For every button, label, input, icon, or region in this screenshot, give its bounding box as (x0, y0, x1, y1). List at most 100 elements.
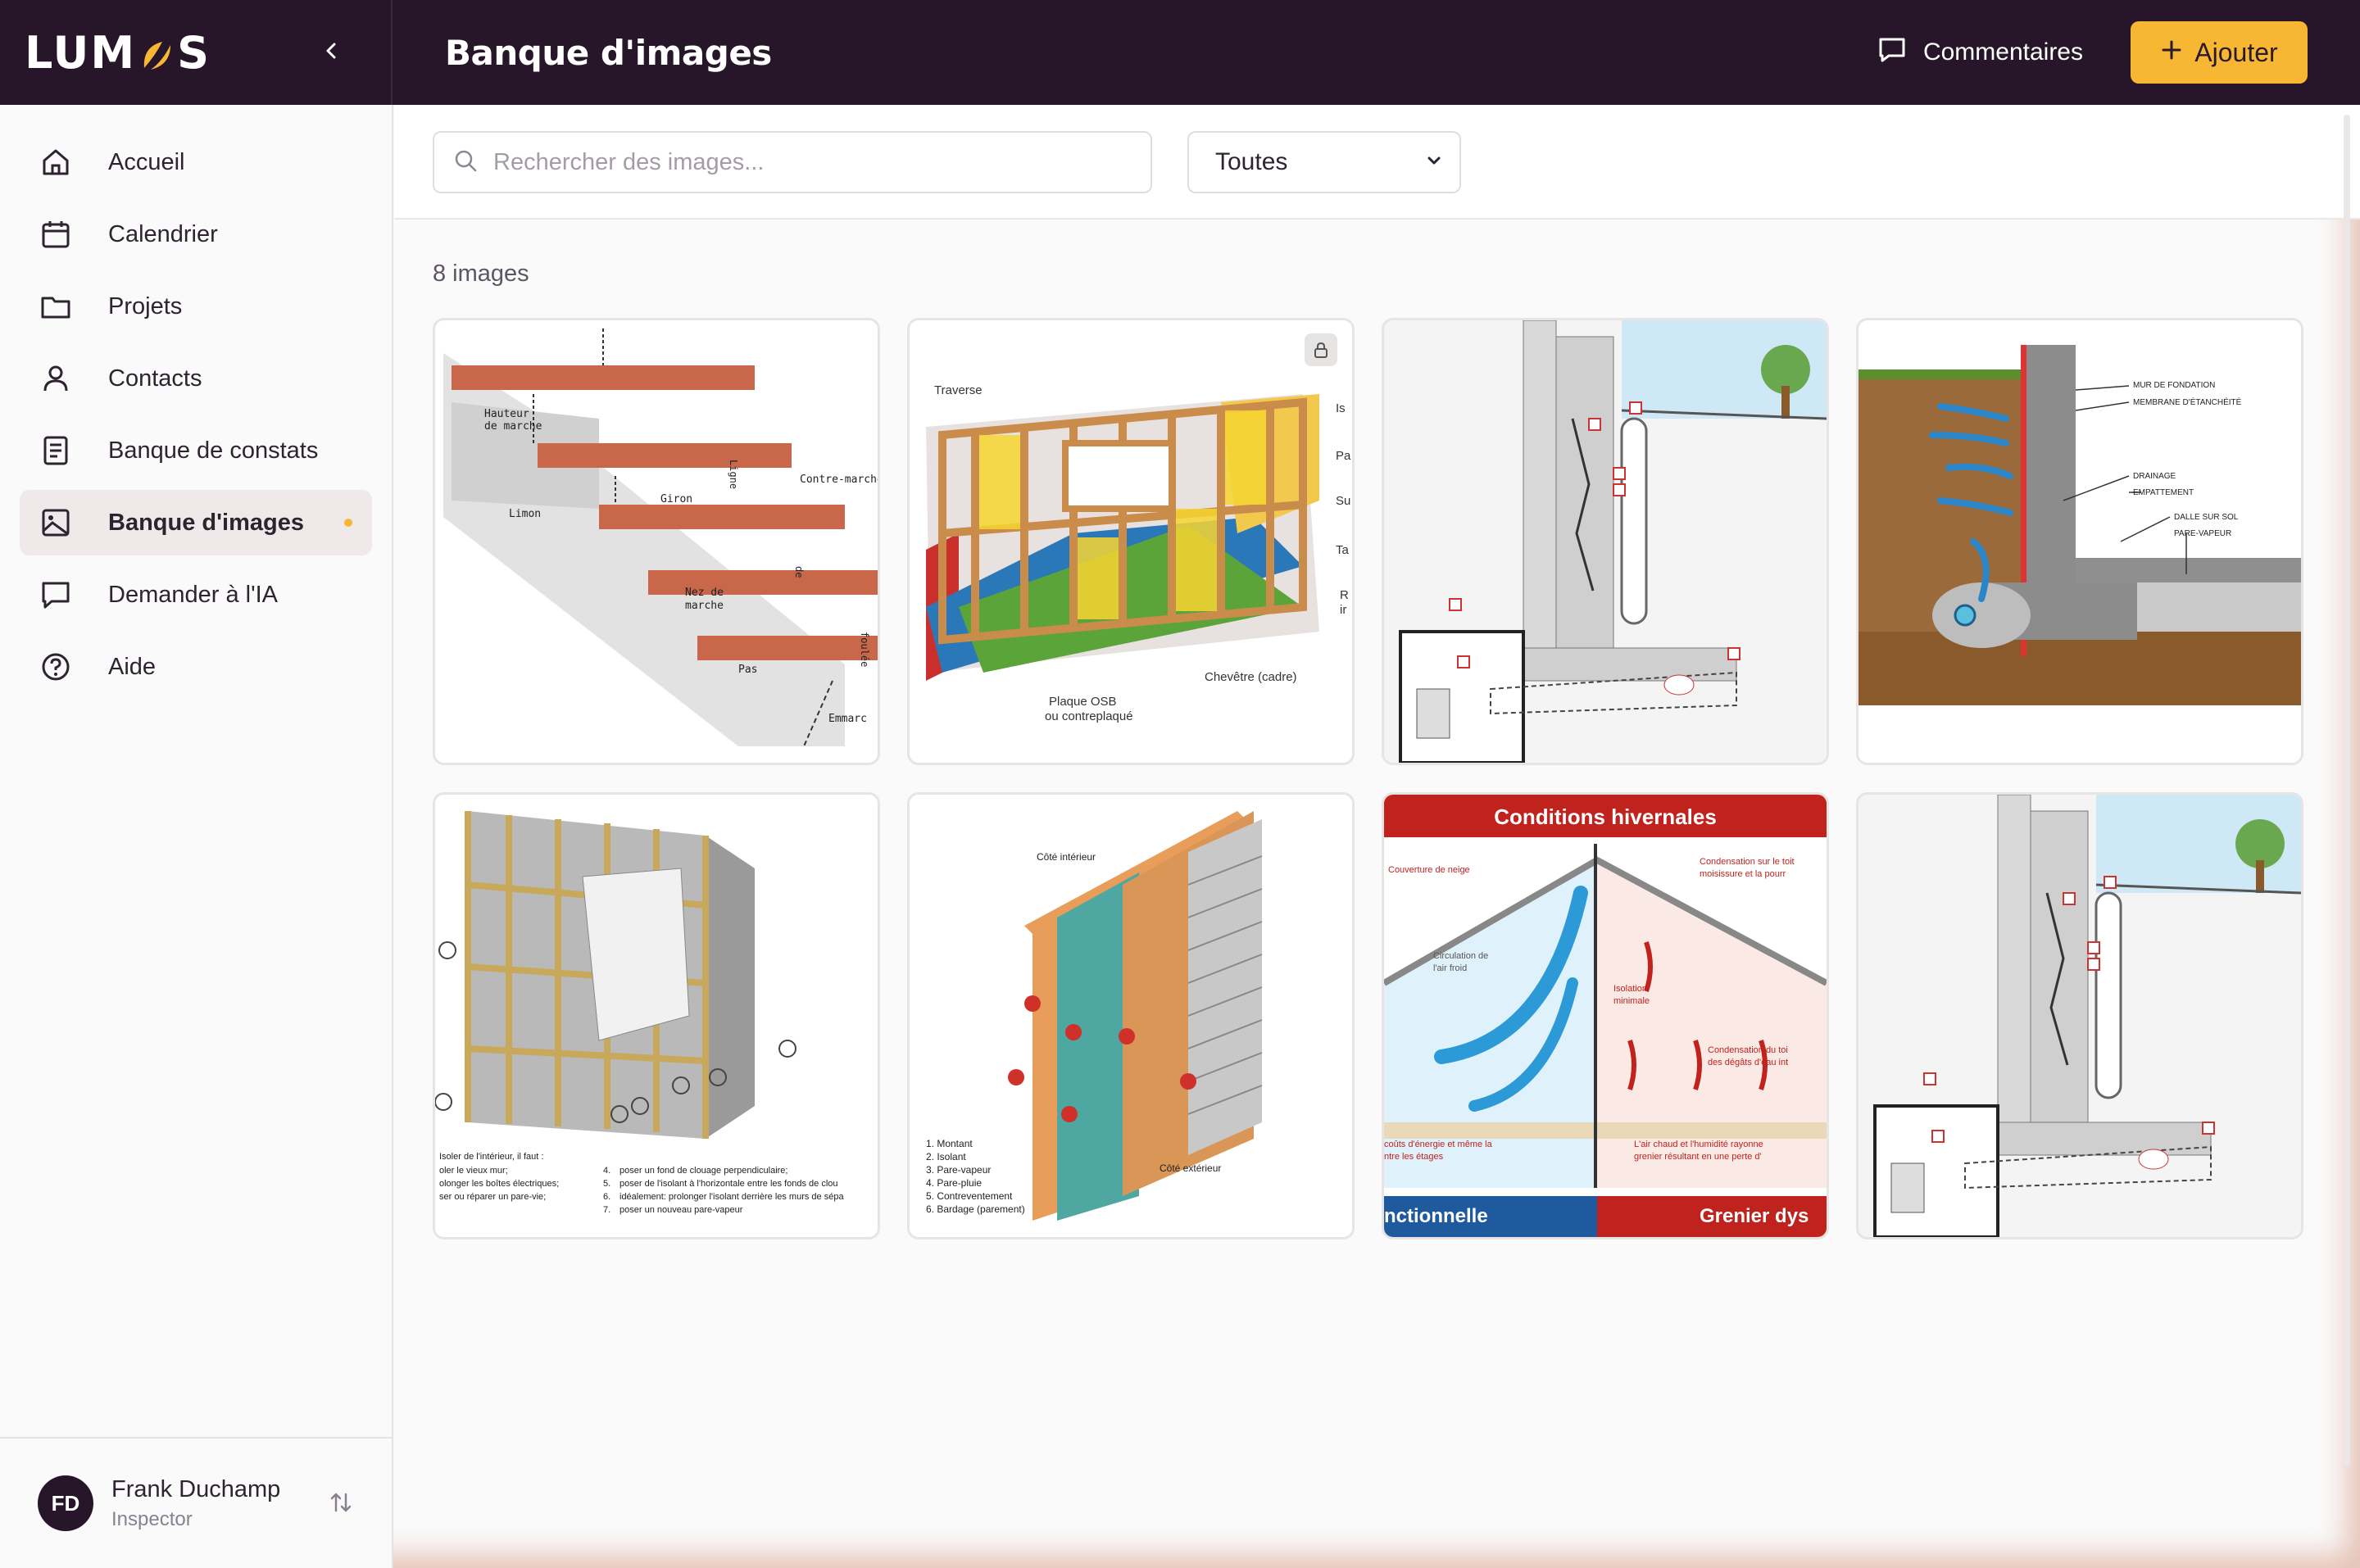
image-card-foundation-drainage-diagram[interactable] (1382, 318, 1829, 765)
image-card-stair-diagram[interactable]: Hauteur de marche Limon Giron Contre-mar… (433, 318, 880, 765)
locked-badge (1305, 333, 1337, 366)
layers-label: 4. Pare-pluie (926, 1177, 982, 1189)
image-card-wall-insulation-diagram[interactable]: Isoler de l'intérieur, il faut : oler le… (433, 792, 880, 1239)
image-card-exterior-wall-layers-diagram[interactable]: Côté intérieur Côté extérieur 1. Montant… (907, 792, 1355, 1239)
attic-label: grenier résultant en une perte d' (1634, 1152, 1762, 1162)
layers-label: 2. Isolant (926, 1151, 966, 1162)
attic-label: minimale (1613, 996, 1650, 1006)
attic-label: Circulation de (1433, 951, 1488, 961)
framing-label: R (1340, 588, 1349, 602)
framing-label: Is (1336, 401, 1346, 415)
insulation-label: ser ou réparer un pare-vie; (439, 1192, 546, 1202)
sidebar-item-label: Aide (108, 653, 157, 680)
image-card-foundation-waterproofing-diagram[interactable]: MUR DE FONDATION MEMBRANE D'ÉTANCHÉITÉ D… (1856, 318, 2303, 765)
wall-framing-diagram-image: Traverse Plaque OSB ou contreplaqué Chev… (910, 320, 1352, 763)
attic-label: moisissure et la pourr (1700, 869, 1786, 879)
sidebar-item-calendrier[interactable]: Calendrier (20, 202, 372, 267)
user-icon (38, 360, 74, 397)
layers-label: Côté extérieur (1160, 1162, 1221, 1174)
sidebar-item-banque-d-images[interactable]: Banque d'images (20, 490, 372, 555)
comments-label: Commentaires (1922, 39, 2083, 66)
sidebar: Accueil Calendrier Projets Contacts Banq… (0, 105, 393, 1568)
sidebar-item-accueil[interactable]: Accueil (20, 129, 372, 195)
category-selected-value: Toutes (1215, 148, 1288, 175)
add-label: Ajouter (2194, 37, 2278, 67)
search-input[interactable] (493, 148, 1116, 176)
logo-text-left: LUM (25, 26, 137, 79)
framing-label: Traverse (934, 383, 983, 397)
attic-label: des dégâts d'eau int (1708, 1058, 1788, 1067)
stair-label: marche (685, 600, 724, 612)
page-title: Banque d'images (445, 32, 772, 73)
comments-button[interactable]: Commentaires (1876, 33, 2083, 72)
attic-title: Conditions hivernales (1494, 804, 1717, 829)
collapse-sidebar-button[interactable] (315, 36, 348, 69)
attic-label: Couverture de neige (1388, 865, 1470, 875)
attic-label: Condensation sur le toit (1700, 857, 1795, 867)
waterproofing-label: DALLE SUR SOL (2174, 513, 2239, 522)
waterproofing-label: MUR DE FONDATION (2133, 381, 2215, 390)
layers-label: 5. Contreventement (926, 1190, 1013, 1202)
top-bar: LUM S Banque d'images Commentaires Ajout… (0, 0, 2360, 105)
add-button[interactable]: Ajouter (2131, 21, 2308, 84)
sidebar-item-label: Banque d'images (108, 509, 304, 536)
chat-icon (38, 577, 74, 613)
page-scrollbar[interactable] (2344, 115, 2350, 1466)
framing-label: Ta (1336, 543, 1350, 557)
image-card-wall-framing-diagram[interactable]: Traverse Plaque OSB ou contreplaqué Chev… (907, 318, 1355, 765)
insulation-label: oler le vieux mur; (439, 1166, 508, 1176)
user-role: Inspector (111, 1507, 193, 1530)
waterproofing-label: DRAINAGE (2133, 472, 2176, 481)
stair-label: Pas (738, 664, 757, 676)
insulation-label: poser un fond de clouage perpendiculaire… (620, 1166, 787, 1176)
insulation-label: poser un nouveau pare-vapeur (620, 1205, 743, 1215)
search-box (433, 131, 1152, 193)
switch-account-icon[interactable] (328, 1489, 354, 1520)
user-info: Frank Duchamp Inspector (111, 1476, 280, 1531)
sidebar-item-aide[interactable]: Aide (20, 634, 372, 700)
stair-label: Emmarc (828, 713, 867, 725)
layers-label: 3. Pare-vapeur (926, 1164, 991, 1176)
sidebar-item-label: Calendrier (108, 220, 218, 247)
attic-label: l'air froid (1433, 963, 1467, 973)
waterproofing-label: MEMBRANE D'ÉTANCHÉITÉ (2133, 397, 2242, 407)
insulation-label: 4. (603, 1166, 610, 1176)
folder-icon (38, 288, 74, 324)
stair-label: de (793, 566, 805, 578)
document-icon (38, 433, 74, 469)
sidebar-item-label: Contacts (108, 365, 202, 392)
help-icon (38, 649, 74, 685)
attic-label: ntre les étages (1384, 1152, 1444, 1162)
stair-diagram-image: Hauteur de marche Limon Giron Contre-mar… (435, 320, 878, 763)
insulation-label: 6. (603, 1192, 610, 1202)
sidebar-item-projets[interactable]: Projets (20, 274, 372, 339)
category-select[interactable]: Toutes (1187, 131, 1461, 193)
exterior-wall-layers-diagram-image: Côté intérieur Côté extérieur 1. Montant… (910, 795, 1352, 1237)
framing-label: ir (1340, 603, 1346, 617)
framing-label: Su (1336, 494, 1350, 508)
sidebar-item-banque-de-constats[interactable]: Banque de constats (20, 418, 372, 483)
user-profile[interactable]: FD Frank Duchamp Inspector (0, 1437, 392, 1568)
wall-insulation-diagram-image: Isoler de l'intérieur, il faut : oler le… (435, 795, 878, 1237)
home-icon (38, 144, 74, 180)
image-card-foundation-drainage-diagram[interactable] (1856, 792, 2303, 1239)
insulation-label: Isoler de l'intérieur, il faut : (439, 1152, 543, 1162)
layers-label: 1. Montant (926, 1138, 973, 1149)
stair-label: de marche (484, 420, 542, 433)
sidebar-item-contacts[interactable]: Contacts (20, 346, 372, 411)
winter-attic-conditions-diagram-image: Conditions hivernales nctionnelle Grenie… (1384, 795, 1827, 1237)
sidebar-item-demander-a-l-ia[interactable]: Demander à l'IA (20, 562, 372, 628)
active-indicator-dot (344, 519, 352, 527)
logo-mark-icon (138, 34, 175, 71)
top-actions: Commentaires Ajouter (1876, 21, 2360, 84)
brand-area: LUM S (0, 0, 393, 105)
sidebar-item-label: Banque de constats (108, 437, 319, 464)
foundation-drainage-diagram-image (1858, 795, 2301, 1237)
stair-label: Limon (509, 508, 541, 520)
logo[interactable]: LUM S (25, 27, 211, 79)
insulation-label: 5. (603, 1179, 610, 1189)
calendar-icon (38, 216, 74, 252)
chevron-down-icon (1425, 148, 1443, 176)
image-card-winter-attic-conditions-diagram[interactable]: Conditions hivernales nctionnelle Grenie… (1382, 792, 1829, 1239)
app-window: LUM S Banque d'images Commentaires Ajout… (0, 0, 2360, 1568)
